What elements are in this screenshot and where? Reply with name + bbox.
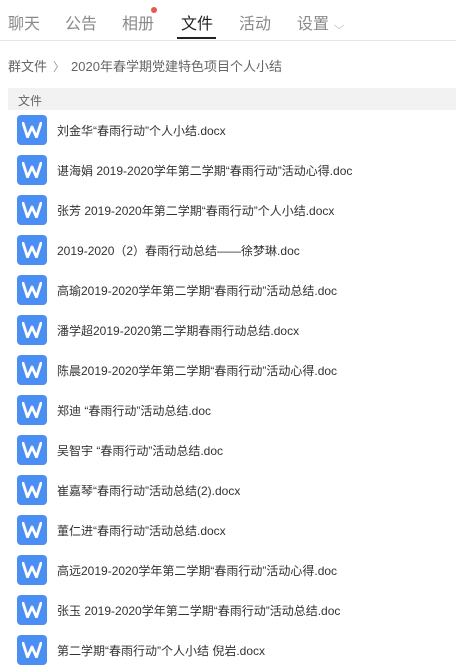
word-doc-icon <box>17 395 47 425</box>
tab-settings-label: 设置 <box>297 16 330 33</box>
tab-bar: 聊天 公告 相册 文件 活动 设置 ⌵ <box>0 0 456 41</box>
file-name: 谌海娟 2019-2020学年第二学期“春雨行动”活动心得.doc <box>57 164 353 178</box>
chevron-down-icon: ⌵ <box>333 20 345 32</box>
breadcrumb: 群文件〉 2020年春学期党建特色项目个人小结 <box>8 56 282 75</box>
file-row[interactable]: 谌海娟 2019-2020学年第二学期“春雨行动”活动心得.doc <box>0 150 456 190</box>
word-doc-icon <box>17 435 47 465</box>
word-doc-icon <box>17 475 47 505</box>
tab-files[interactable]: 文件 <box>181 10 213 34</box>
file-row[interactable]: 张芳 2019-2020年第二学期“春雨行动”个人小结.docx <box>0 190 456 230</box>
breadcrumb-current: 2020年春学期党建特色项目个人小结 <box>71 59 282 74</box>
file-name: 高远2019-2020学年第二学期“春雨行动”活动心得.doc <box>57 564 338 578</box>
word-doc-icon <box>17 595 47 625</box>
file-name: 2019-2020（2）春雨行动总结——徐梦琳.doc <box>57 244 300 258</box>
file-row[interactable]: 崔嘉琴“春雨行动”活动总结(2).docx <box>0 470 456 510</box>
list-header: 文件 <box>8 88 456 110</box>
word-doc-icon <box>17 275 47 305</box>
file-name: 张芳 2019-2020年第二学期“春雨行动”个人小结.docx <box>57 204 335 218</box>
file-name: 吴智宇 “春雨行动”活动总结.doc <box>57 444 224 458</box>
breadcrumb-root[interactable]: 群文件 <box>8 59 47 74</box>
file-row[interactable]: 董仁进“春雨行动”活动总结.docx <box>0 510 456 550</box>
tab-activities[interactable]: 活动 <box>239 10 271 34</box>
word-doc-icon <box>17 315 47 345</box>
file-row[interactable]: 高远2019-2020学年第二学期“春雨行动”活动心得.doc <box>0 550 456 590</box>
file-name: 董仁进“春雨行动”活动总结.docx <box>57 524 226 538</box>
notification-badge <box>151 7 157 13</box>
tab-announcements[interactable]: 公告 <box>65 10 97 34</box>
file-name: 高瑜2019-2020学年第二学期“春雨行动”活动总结.doc <box>57 284 338 298</box>
file-name: 郑迪 “春雨行动”活动总结.doc <box>57 404 212 418</box>
word-doc-icon <box>17 555 47 585</box>
tab-chat[interactable]: 聊天 <box>8 10 40 34</box>
word-doc-icon <box>17 195 47 225</box>
file-row[interactable]: 郑迪 “春雨行动”活动总结.doc <box>0 390 456 430</box>
file-row[interactable]: 第二学期“春雨行动”个人小结 倪岩.docx <box>0 630 456 670</box>
word-doc-icon <box>17 115 47 145</box>
tab-album[interactable]: 相册 <box>122 10 154 34</box>
file-row[interactable]: 张玉 2019-2020学年第二学期“春雨行动”活动总结.doc <box>0 590 456 630</box>
word-doc-icon <box>17 635 47 665</box>
file-row[interactable]: 潘学超2019-2020第二学期春雨行动总结.docx <box>0 310 456 350</box>
file-name: 第二学期“春雨行动”个人小结 倪岩.docx <box>57 644 266 658</box>
active-tab-indicator <box>177 37 216 39</box>
file-name: 陈晨2019-2020学年第二学期“春雨行动”活动心得.doc <box>57 364 338 378</box>
file-row[interactable]: 陈晨2019-2020学年第二学期“春雨行动”活动心得.doc <box>0 350 456 390</box>
word-doc-icon <box>17 355 47 385</box>
file-row[interactable]: 刘金华“春雨行动”个人小结.docx <box>0 110 456 150</box>
word-doc-icon <box>17 235 47 265</box>
chevron-right-icon: 〉 <box>53 60 66 74</box>
file-row[interactable]: 2019-2020（2）春雨行动总结——徐梦琳.doc <box>0 230 456 270</box>
file-name: 刘金华“春雨行动”个人小结.docx <box>57 124 226 138</box>
file-name: 张玉 2019-2020学年第二学期“春雨行动”活动总结.doc <box>57 604 341 618</box>
word-doc-icon <box>17 515 47 545</box>
list-header-label: 文件 <box>18 94 43 108</box>
file-name: 崔嘉琴“春雨行动”活动总结(2).docx <box>57 484 241 498</box>
file-row[interactable]: 吴智宇 “春雨行动”活动总结.doc <box>0 430 456 470</box>
file-row[interactable]: 高瑜2019-2020学年第二学期“春雨行动”活动总结.doc <box>0 270 456 310</box>
word-doc-icon <box>17 155 47 185</box>
file-name: 潘学超2019-2020第二学期春雨行动总结.docx <box>57 324 300 338</box>
tab-settings[interactable]: 设置 ⌵ <box>297 10 345 34</box>
